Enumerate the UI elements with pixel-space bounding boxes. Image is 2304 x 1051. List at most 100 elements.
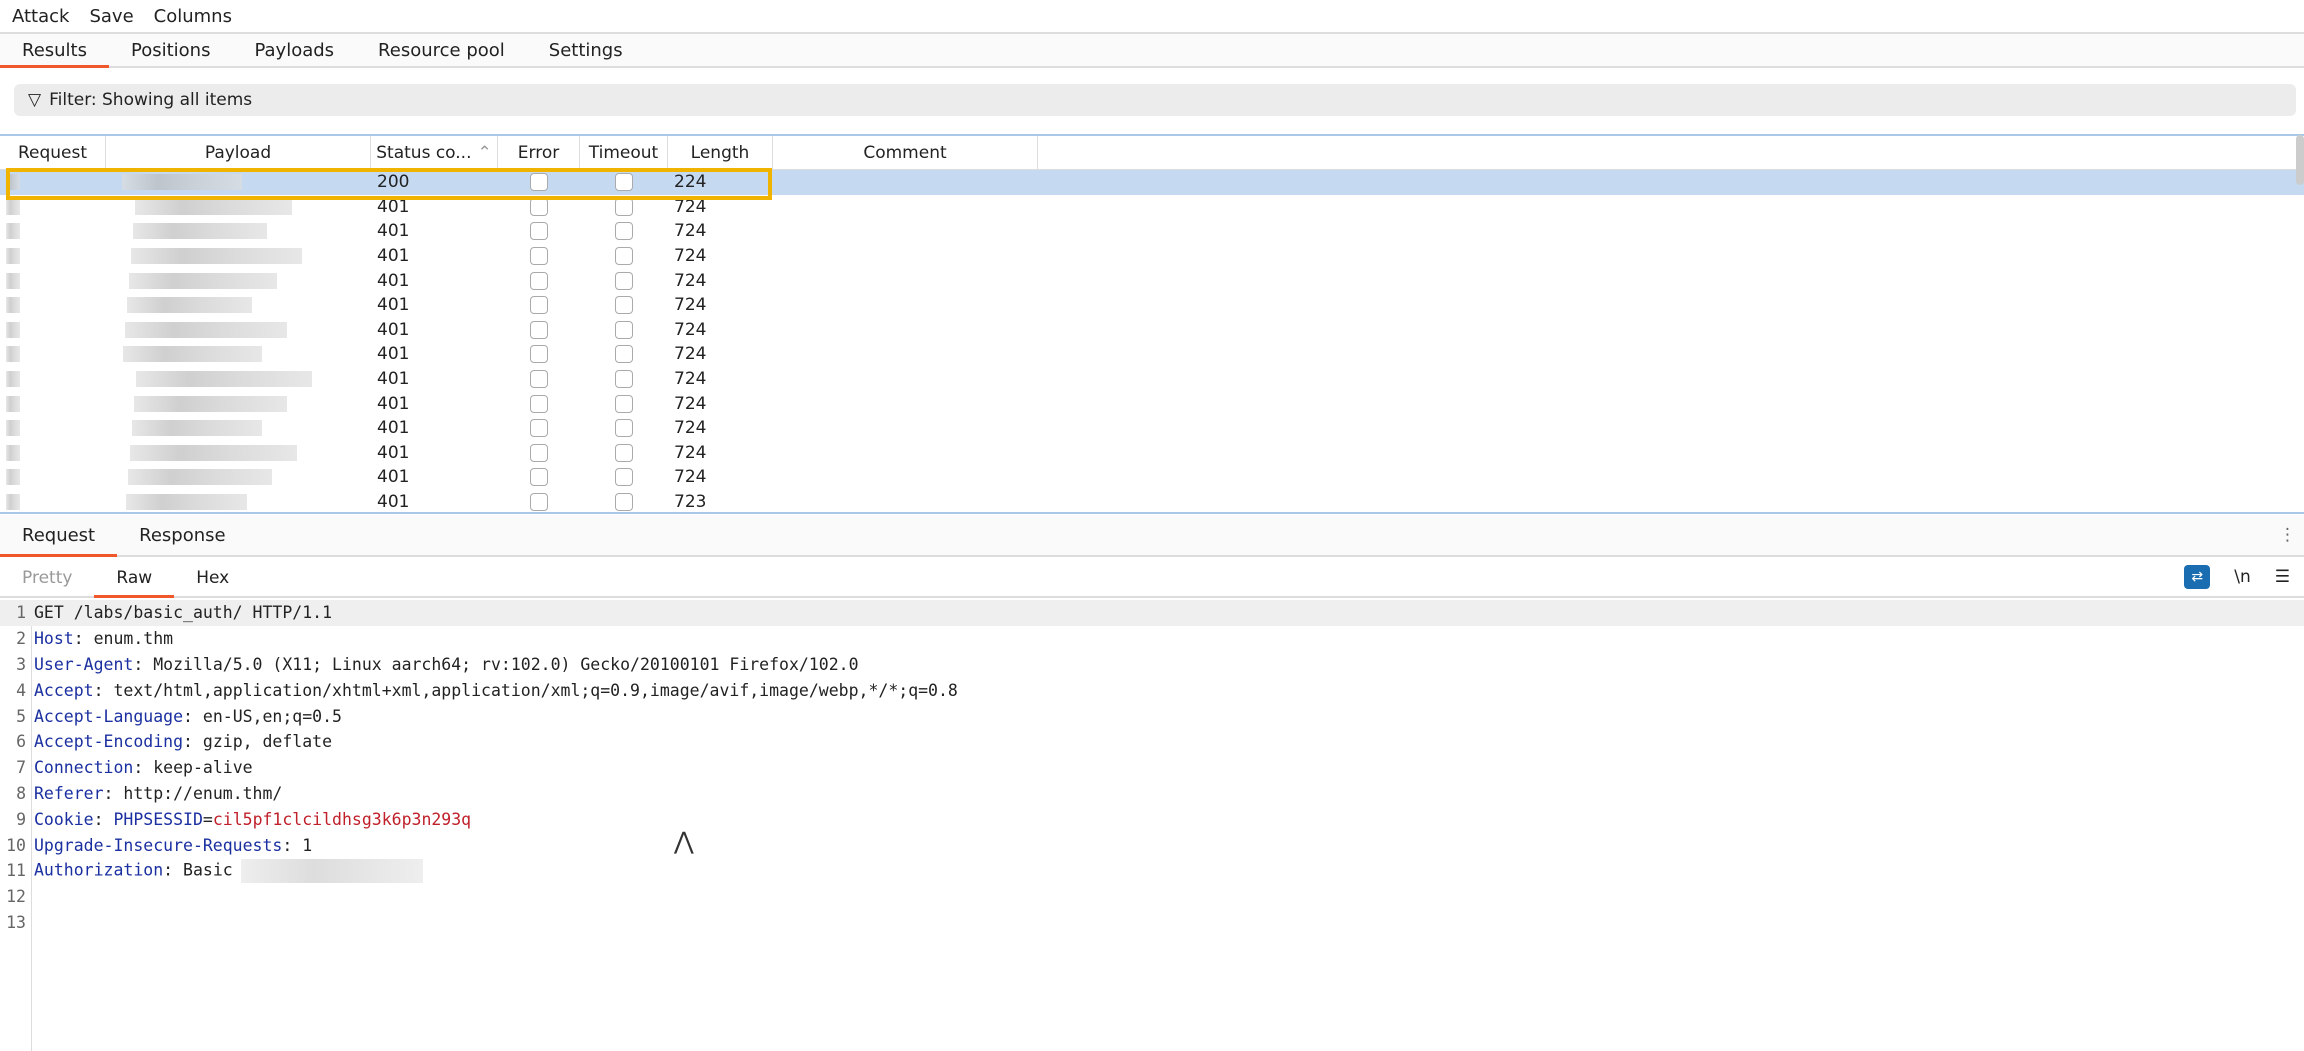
error-checkbox[interactable] <box>498 490 580 512</box>
table-row[interactable]: 401 724 <box>0 441 2304 466</box>
timeout-checkbox[interactable] <box>580 490 668 512</box>
comment-cell[interactable] <box>773 318 1038 343</box>
more-options-icon[interactable]: ⋮ <box>2279 515 2304 555</box>
table-scrollbar[interactable] <box>2296 135 2304 185</box>
col-error[interactable]: Error <box>498 136 580 169</box>
error-checkbox[interactable] <box>498 318 580 343</box>
tab-raw[interactable]: Raw <box>94 560 174 598</box>
table-row[interactable]: 401 724 <box>0 416 2304 441</box>
comment-cell[interactable] <box>773 416 1038 441</box>
payload-cell <box>106 391 371 416</box>
timeout-checkbox[interactable] <box>580 367 668 392</box>
tab-results[interactable]: Results <box>0 34 109 68</box>
timeout-checkbox[interactable] <box>580 219 668 244</box>
error-checkbox[interactable] <box>498 244 580 269</box>
table-row[interactable]: 401 724 <box>0 465 2304 490</box>
col-request[interactable]: Request <box>0 136 106 169</box>
timeout-checkbox[interactable] <box>580 416 668 441</box>
col-status[interactable]: Status co... ⌃ <box>371 136 498 169</box>
timeout-checkbox[interactable] <box>580 268 668 293</box>
table-row[interactable]: 401 724 <box>0 293 2304 318</box>
error-checkbox[interactable] <box>498 416 580 441</box>
timeout-checkbox[interactable] <box>580 441 668 466</box>
timeout-checkbox[interactable] <box>580 244 668 269</box>
table-row[interactable]: 401 724 <box>0 219 2304 244</box>
header-value: en-US,en;q=0.5 <box>202 706 342 726</box>
error-checkbox[interactable] <box>498 391 580 416</box>
table-row[interactable]: 401 724 <box>0 318 2304 343</box>
error-checkbox[interactable] <box>498 441 580 466</box>
comment-cell[interactable] <box>773 441 1038 466</box>
tab-response[interactable]: Response <box>117 515 247 555</box>
error-checkbox[interactable] <box>498 268 580 293</box>
timeout-checkbox[interactable] <box>580 465 668 490</box>
length-cell: 724 <box>674 393 707 414</box>
col-payload[interactable]: Payload <box>106 136 371 169</box>
menu-attack[interactable]: Attack <box>12 6 69 27</box>
timeout-checkbox[interactable] <box>580 293 668 318</box>
comment-cell[interactable] <box>773 293 1038 318</box>
length-cell: 723 <box>674 492 707 513</box>
error-checkbox[interactable] <box>498 219 580 244</box>
request-editor[interactable]: 1 GET /labs/basic_auth/ HTTP/1.1 2 Host: en… <box>0 600 2304 1051</box>
request-cell <box>0 268 106 293</box>
comment-cell[interactable] <box>773 268 1038 293</box>
tab-pretty[interactable]: Pretty <box>0 560 94 596</box>
length-cell: 724 <box>674 344 707 365</box>
error-checkbox[interactable] <box>498 342 580 367</box>
line-number: 8 <box>16 783 26 803</box>
table-row[interactable]: 401 724 <box>0 244 2304 269</box>
newline-toggle[interactable]: \n <box>2234 567 2251 587</box>
timeout-checkbox[interactable] <box>580 342 668 367</box>
payload-cell <box>106 441 371 466</box>
comment-cell[interactable] <box>773 244 1038 269</box>
length-cell: 724 <box>674 319 707 340</box>
filter-bar[interactable]: ▽ Filter: Showing all items <box>14 84 2296 116</box>
payload-cell <box>106 293 371 318</box>
header-key: Accept-Encoding <box>34 732 184 752</box>
tab-settings[interactable]: Settings <box>527 34 645 66</box>
table-row[interactable]: 401 724 <box>0 367 2304 392</box>
error-checkbox[interactable] <box>498 293 580 318</box>
editor-line: 4 Accept: text/html,application/xhtml+xml… <box>0 677 2304 703</box>
comment-cell[interactable] <box>773 391 1038 416</box>
word-wrap-icon[interactable]: ⇄ <box>2184 565 2211 589</box>
line-number: 4 <box>16 680 26 700</box>
comment-cell[interactable] <box>773 170 1038 195</box>
request-cell <box>0 465 106 490</box>
timeout-checkbox[interactable] <box>580 318 668 343</box>
menu-save[interactable]: Save <box>89 6 133 27</box>
tab-positions[interactable]: Positions <box>109 34 232 66</box>
editor-line: 6 Accept-Encoding: gzip, deflate <box>0 729 2304 755</box>
table-row[interactable]: 401 723 <box>0 490 2304 513</box>
timeout-checkbox[interactable] <box>580 391 668 416</box>
table-row[interactable]: 401 724 <box>0 268 2304 293</box>
comment-cell[interactable] <box>773 195 1038 220</box>
tab-hex[interactable]: Hex <box>174 560 251 596</box>
comment-cell[interactable] <box>773 219 1038 244</box>
col-length[interactable]: Length <box>668 136 773 169</box>
request-cell <box>0 293 106 318</box>
comment-cell[interactable] <box>773 342 1038 367</box>
comment-cell[interactable] <box>773 490 1038 512</box>
comment-cell[interactable] <box>773 367 1038 392</box>
payload-cell <box>106 416 371 441</box>
editor-line: 7 Connection: keep-alive <box>0 755 2304 781</box>
comment-cell[interactable] <box>773 465 1038 490</box>
tab-resource-pool[interactable]: Resource pool <box>356 34 527 66</box>
col-comment[interactable]: Comment <box>773 136 1038 169</box>
error-checkbox[interactable] <box>498 367 580 392</box>
length-cell: 724 <box>674 270 707 291</box>
table-row[interactable]: 401 724 <box>0 342 2304 367</box>
editor-line: 12 <box>0 884 2304 910</box>
col-timeout[interactable]: Timeout <box>580 136 668 169</box>
table-row[interactable]: 401 724 <box>0 391 2304 416</box>
length-cell: 724 <box>674 369 707 390</box>
menu-icon[interactable]: ☰ <box>2275 567 2290 587</box>
tab-payloads[interactable]: Payloads <box>232 34 356 66</box>
tab-request[interactable]: Request <box>0 515 118 557</box>
error-checkbox[interactable] <box>498 465 580 490</box>
menu-columns[interactable]: Columns <box>154 6 232 27</box>
editor-line: 13 <box>0 910 2304 936</box>
line-number: 1 <box>16 603 26 623</box>
